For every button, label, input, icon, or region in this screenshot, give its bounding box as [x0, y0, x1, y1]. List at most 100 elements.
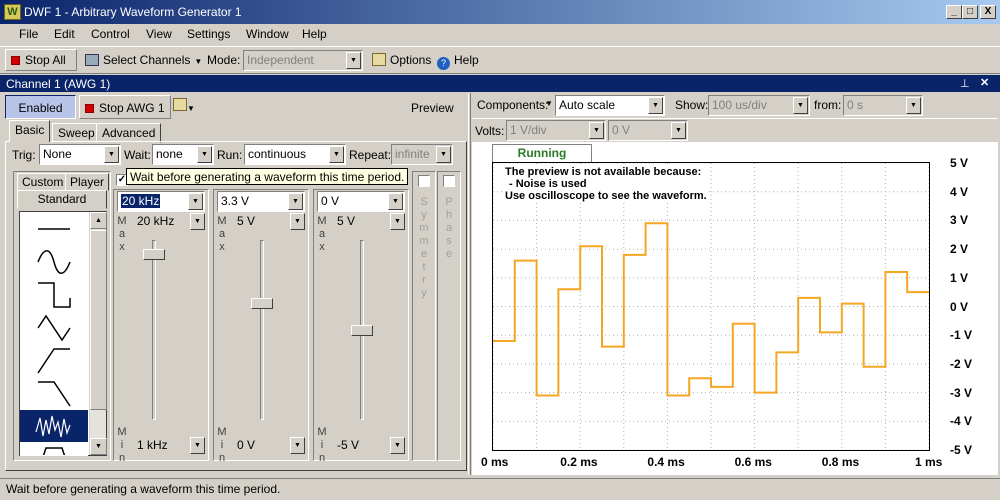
frequency-max-select[interactable]: 20 kHz ▼ — [134, 212, 206, 233]
volts-offset-select[interactable]: 0 V ▼ — [608, 120, 688, 141]
offset-select[interactable]: 0 V ▼ — [317, 191, 405, 212]
tab-basic[interactable]: Basic — [9, 120, 51, 142]
sine-waveform[interactable] — [20, 245, 88, 278]
waveform-scrollbar[interactable]: ▲ ▼ — [89, 212, 107, 455]
chevron-down-icon: ▼ — [104, 146, 119, 163]
frequency-min-select[interactable]: 1 kHz ▼ — [134, 436, 206, 457]
phase-checkbox[interactable] — [443, 175, 455, 187]
pin-icon[interactable]: ⊥ — [960, 77, 970, 90]
menu-file[interactable]: File — [19, 27, 38, 41]
symmetry-checkbox[interactable] — [418, 175, 430, 187]
chevron-down-icon: ▼ — [190, 213, 205, 230]
frequency-slider-thumb[interactable] — [143, 248, 165, 260]
stop-awg-button[interactable]: Stop AWG 1 — [79, 95, 171, 119]
channel-config-button[interactable]: ▼ — [173, 98, 197, 116]
help-button[interactable]: ? Help — [437, 53, 479, 70]
dc-waveform[interactable] — [20, 212, 88, 245]
ramp-down-icon — [38, 381, 71, 407]
amplitude-select[interactable]: 3.3 V ▼ — [217, 191, 305, 212]
y-tick-label: 3 V — [950, 213, 969, 228]
chevron-down-icon: ▼ — [388, 193, 403, 210]
run-value: continuous — [248, 147, 307, 161]
help-icon: ? — [437, 57, 450, 70]
components-label: Components: — [477, 98, 549, 112]
tab-advanced[interactable]: Advanced — [96, 123, 162, 143]
y-tick-label: -4 V — [950, 414, 973, 429]
dc-icon — [38, 228, 70, 230]
menu-settings[interactable]: Settings — [187, 27, 230, 41]
scroll-down-icon[interactable]: ▼ — [90, 438, 107, 455]
show-select[interactable]: 100 us/div ▼ — [708, 95, 810, 116]
chevron-down-icon: ▼ — [346, 52, 361, 69]
amplitude-min-select[interactable]: 0 V ▼ — [234, 436, 306, 457]
channel-panel: Enabled Stop AWG 1 ▼ Preview Basic Sweep… — [5, 93, 467, 475]
offset-min-select[interactable]: -5 V ▼ — [334, 436, 406, 457]
frequency-select[interactable]: 20 kHz ▼ — [117, 191, 205, 212]
from-select[interactable]: 0 s ▼ — [843, 95, 923, 116]
y-tick-label: -5 V — [950, 443, 973, 457]
y-tick-label: -2 V — [950, 356, 973, 371]
symmetry-label: Symmetry — [419, 196, 429, 299]
maximize-button[interactable]: □ — [962, 5, 978, 19]
menu-view[interactable]: View — [146, 27, 172, 41]
from-label: from: — [814, 98, 842, 112]
tab-custom[interactable]: Custom — [17, 173, 69, 191]
waveform-list[interactable]: ▲ ▼ — [19, 211, 107, 456]
select-channels-button[interactable]: Select Channels ▼ — [85, 53, 202, 67]
menu-window[interactable]: Window — [246, 27, 289, 41]
wait-select[interactable]: none ▼ — [152, 144, 214, 165]
chevron-down-icon: ▼ — [290, 437, 305, 454]
close-icon[interactable]: ✕ — [980, 76, 989, 89]
volts-select[interactable]: 1 V/div ▼ — [506, 120, 606, 141]
repeat-select[interactable]: infinite ▼ — [391, 144, 453, 165]
select-channels-label: Select Channels — [103, 53, 191, 67]
trig-select[interactable]: None ▼ — [39, 144, 121, 165]
offset-slider-thumb[interactable] — [351, 325, 373, 336]
enabled-button[interactable]: Enabled — [5, 95, 76, 119]
amplitude-slider-track[interactable] — [260, 240, 264, 420]
ramp-up-waveform[interactable] — [20, 344, 88, 377]
scrollbar-thumb[interactable] — [90, 230, 107, 410]
stop-all-button[interactable]: Stop All — [5, 49, 77, 71]
noise-waveform[interactable] — [20, 410, 88, 443]
mode-select[interactable]: Independent ▼ — [243, 50, 363, 71]
tab-standard[interactable]: Standard — [17, 190, 107, 209]
chevron-down-icon[interactable]: ▼ — [545, 99, 553, 108]
volts-label: Volts: — [475, 124, 505, 138]
sine-icon — [37, 250, 71, 274]
show-label: Show: — [675, 98, 709, 112]
amplitude-slider-thumb[interactable] — [251, 297, 273, 309]
frequency-value: 20 kHz — [121, 194, 161, 208]
amplitude-max-select[interactable]: 5 V ▼ — [234, 212, 306, 233]
phase-column: Phase — [437, 171, 461, 461]
chevron-down-icon: ▼ — [290, 213, 305, 230]
minimize-button[interactable]: _ — [946, 5, 962, 19]
components-select[interactable]: Auto scale ▼ — [555, 95, 665, 116]
y-tick-label: 4 V — [950, 184, 969, 199]
ramp-down-waveform[interactable] — [20, 377, 88, 410]
scroll-up-icon[interactable]: ▲ — [90, 212, 107, 229]
square-waveform[interactable] — [20, 278, 88, 311]
status-text: Wait before generating a waveform this t… — [6, 482, 281, 496]
close-button[interactable]: X — [980, 5, 996, 19]
run-select[interactable]: continuous ▼ — [244, 144, 346, 165]
waveform-series-line — [493, 222, 929, 397]
menu-help[interactable]: Help — [302, 27, 327, 41]
y-tick-label: -1 V — [950, 328, 973, 343]
amplitude-max-value: 5 V — [237, 214, 256, 228]
frequency-slider-track[interactable] — [152, 240, 156, 420]
plot-area: The preview is not available because: - … — [492, 162, 930, 451]
trapezium-waveform[interactable] — [20, 443, 88, 456]
options-button[interactable]: Options — [372, 53, 431, 67]
offset-max-select[interactable]: 5 V ▼ — [334, 212, 406, 233]
menu-edit[interactable]: Edit — [54, 27, 75, 41]
menu-control[interactable]: Control — [91, 27, 130, 41]
trig-label: Trig: — [12, 148, 36, 162]
triangle-waveform[interactable] — [20, 311, 88, 344]
splitter[interactable] — [468, 93, 471, 475]
chevron-down-icon: ▼ — [329, 146, 344, 163]
tab-player[interactable]: Player — [65, 173, 110, 191]
chevron-down-icon: ▼ — [648, 97, 663, 114]
tab-sweep[interactable]: Sweep — [52, 123, 101, 143]
offset-value: 0 V — [321, 194, 340, 208]
